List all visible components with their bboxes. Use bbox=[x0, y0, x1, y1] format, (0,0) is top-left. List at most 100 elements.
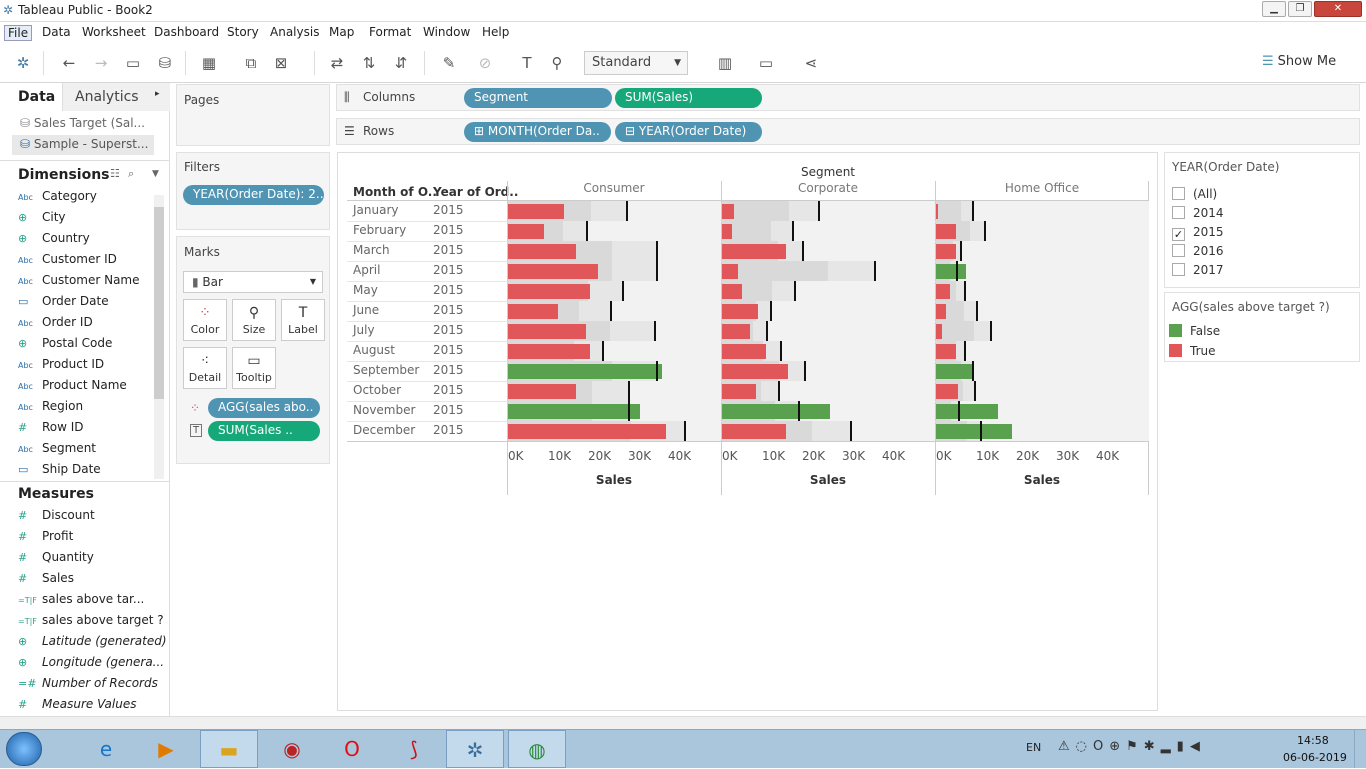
dimension-field[interactable]: Abc Region bbox=[18, 399, 158, 420]
sort-ascending-icon[interactable]: ⇅ bbox=[358, 53, 380, 73]
show-cards-icon[interactable]: ▥ bbox=[714, 53, 736, 73]
pages-card[interactable]: Pages bbox=[176, 84, 330, 146]
fit-select[interactable]: Standard ▼ bbox=[584, 51, 688, 75]
tooltip-button[interactable]: ▭ Tooltip bbox=[232, 347, 276, 389]
tableau-taskbar-icon[interactable]: ✲ bbox=[446, 730, 504, 768]
sales-bar[interactable] bbox=[936, 324, 942, 339]
sales-bar[interactable] bbox=[722, 424, 786, 439]
measure-field[interactable]: ⊕ Latitude (generated) bbox=[18, 634, 167, 655]
target-line[interactable] bbox=[766, 321, 768, 341]
columns-pill-segment[interactable]: Segment bbox=[464, 88, 612, 108]
sales-bar[interactable] bbox=[508, 384, 576, 399]
target-line[interactable] bbox=[654, 321, 656, 341]
search-icon[interactable]: ⌕ bbox=[128, 167, 134, 181]
sort-descending-icon[interactable]: ⇵ bbox=[390, 53, 412, 73]
viz-area[interactable]: Segment Month of O.. Year of Ord.. Consumer… bbox=[337, 152, 1158, 711]
sales-bar[interactable] bbox=[936, 304, 946, 319]
target-line[interactable] bbox=[974, 381, 976, 401]
maximize-button[interactable]: ❐ bbox=[1288, 1, 1312, 17]
target-line[interactable] bbox=[626, 201, 628, 221]
marks-card[interactable]: Marks ▮ Bar ▼ ⁘ Color ⚲ Size T Label ⁖ Detail… bbox=[176, 236, 330, 464]
target-line[interactable] bbox=[804, 361, 806, 381]
rows-pill-year[interactable]: ⊟ YEAR(Order Date) bbox=[615, 122, 762, 142]
target-line[interactable] bbox=[622, 281, 624, 301]
sales-bar[interactable] bbox=[722, 304, 758, 319]
ie-icon[interactable]: e bbox=[78, 730, 134, 768]
menu-story[interactable]: Story bbox=[227, 25, 259, 39]
tab-analytics[interactable]: Analytics ▸ bbox=[62, 83, 170, 111]
color-legend-item[interactable]: True bbox=[1169, 344, 1216, 358]
mark-type-select[interactable]: ▮ Bar ▼ bbox=[183, 271, 323, 293]
target-line[interactable] bbox=[958, 401, 960, 421]
media-player-icon[interactable]: ▶ bbox=[138, 730, 194, 768]
sales-bar[interactable] bbox=[508, 344, 590, 359]
target-line[interactable] bbox=[656, 361, 658, 381]
clock-time[interactable]: 14:58 bbox=[1297, 734, 1329, 747]
checkbox[interactable] bbox=[1172, 263, 1185, 276]
rows-shelf[interactable]: ☰ Rows ⊞ MONTH(Order Da.. ⊟ YEAR(Order D… bbox=[336, 118, 1360, 145]
target-line[interactable] bbox=[770, 301, 772, 321]
download-app-icon[interactable]: ◉ bbox=[264, 730, 320, 768]
target-line[interactable] bbox=[586, 221, 588, 241]
sales-bar[interactable] bbox=[936, 384, 958, 399]
dimension-field[interactable]: Abc Product ID bbox=[18, 357, 158, 378]
redo-icon[interactable]: → bbox=[90, 53, 112, 73]
checkbox[interactable] bbox=[1172, 187, 1185, 200]
dimension-field[interactable]: ⊕ City bbox=[18, 210, 158, 231]
target-line[interactable] bbox=[628, 381, 630, 401]
tableau-logo-icon[interactable]: ✲ bbox=[12, 53, 34, 73]
target-line[interactable] bbox=[602, 341, 604, 361]
target-line[interactable] bbox=[778, 381, 780, 401]
measure-field[interactable]: =T|F sales above target ? bbox=[18, 613, 164, 634]
sales-bar[interactable] bbox=[508, 404, 640, 419]
acrobat-icon[interactable]: ⟆ bbox=[386, 730, 442, 768]
chrome-icon[interactable]: ◍ bbox=[508, 730, 566, 768]
highlight-icon[interactable]: ✎ bbox=[438, 53, 460, 73]
label-button[interactable]: T Label bbox=[281, 299, 325, 341]
color-legend-item[interactable]: False bbox=[1169, 324, 1220, 338]
target-line[interactable] bbox=[802, 241, 804, 261]
menu-worksheet[interactable]: Worksheet bbox=[82, 25, 146, 39]
measure-field[interactable]: # Sales bbox=[18, 571, 158, 592]
size-button[interactable]: ⚲ Size bbox=[232, 299, 276, 341]
color-button[interactable]: ⁘ Color bbox=[183, 299, 227, 341]
menu-help[interactable]: Help bbox=[482, 25, 509, 39]
target-line[interactable] bbox=[850, 421, 852, 441]
sales-bar[interactable] bbox=[508, 224, 544, 239]
menu-window[interactable]: Window bbox=[423, 25, 470, 39]
sales-bar[interactable] bbox=[508, 264, 598, 279]
measure-field[interactable]: # Quantity bbox=[18, 550, 158, 571]
pin-icon[interactable]: ⚲ bbox=[546, 53, 568, 73]
target-line[interactable] bbox=[874, 261, 876, 281]
target-line[interactable] bbox=[628, 401, 630, 421]
target-line[interactable] bbox=[780, 341, 782, 361]
dimension-field[interactable]: Abc Customer Name bbox=[18, 273, 158, 294]
new-datasource-icon[interactable]: ⛁ bbox=[154, 53, 176, 73]
dimension-field[interactable]: Abc Category bbox=[18, 189, 158, 210]
sales-bar[interactable] bbox=[722, 404, 830, 419]
target-line[interactable] bbox=[610, 301, 612, 321]
sales-bar[interactable] bbox=[936, 344, 956, 359]
dimension-field[interactable]: # Row ID bbox=[18, 420, 158, 441]
year-filter-option[interactable]: ✓ 2015 bbox=[1172, 225, 1224, 241]
target-line[interactable] bbox=[684, 421, 686, 441]
year-filter-option[interactable]: (All) bbox=[1172, 187, 1217, 201]
menu-data[interactable]: Data bbox=[42, 25, 71, 39]
datasource-item[interactable]: ⛁ Sales Target (Sal... bbox=[20, 116, 145, 130]
tray-icons[interactable]: ⚠◌O⊕⚑✱▂▮◀ bbox=[1058, 739, 1206, 754]
text-label-icon[interactable]: T bbox=[516, 53, 538, 73]
menu-map[interactable]: Map bbox=[329, 25, 354, 39]
target-line[interactable] bbox=[972, 201, 974, 221]
sales-bar[interactable] bbox=[936, 244, 956, 259]
minimize-button[interactable]: ▁ bbox=[1262, 1, 1286, 17]
explorer-icon[interactable]: ▬ bbox=[200, 730, 258, 768]
sheet-tab-strip[interactable] bbox=[0, 716, 1366, 729]
sales-bar[interactable] bbox=[508, 304, 558, 319]
dimension-field[interactable]: ⊕ Postal Code bbox=[18, 336, 158, 357]
dimension-field[interactable]: ▭ Order Date bbox=[18, 294, 158, 315]
dimension-field[interactable]: Abc Customer ID bbox=[18, 252, 158, 273]
year-filter-option[interactable]: 2016 bbox=[1172, 244, 1224, 258]
sales-bar[interactable] bbox=[508, 244, 576, 259]
target-line[interactable] bbox=[972, 361, 974, 381]
detail-button[interactable]: ⁖ Detail bbox=[183, 347, 227, 389]
